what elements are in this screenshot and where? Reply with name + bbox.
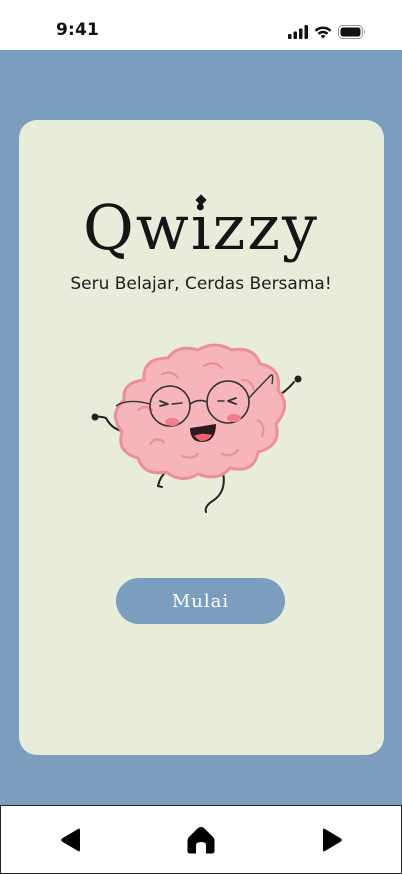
forward-icon xyxy=(323,828,342,852)
battery-icon xyxy=(338,25,365,39)
status-bar: 9:41 xyxy=(0,0,402,50)
home-button[interactable] xyxy=(186,825,216,855)
forward-button[interactable] xyxy=(317,825,347,855)
status-time: 9:41 xyxy=(56,20,100,40)
back-icon xyxy=(61,828,80,852)
start-button[interactable]: Mulai xyxy=(116,578,285,624)
brain-mascot-icon xyxy=(91,343,302,513)
status-icons xyxy=(288,22,366,42)
home-icon xyxy=(187,827,215,854)
tagline: Seru Belajar, Cerdas Bersama! xyxy=(70,274,332,294)
bottom-nav xyxy=(0,805,402,874)
back-button[interactable] xyxy=(56,825,86,855)
wifi-icon xyxy=(314,26,332,39)
signal-icon xyxy=(288,25,308,39)
